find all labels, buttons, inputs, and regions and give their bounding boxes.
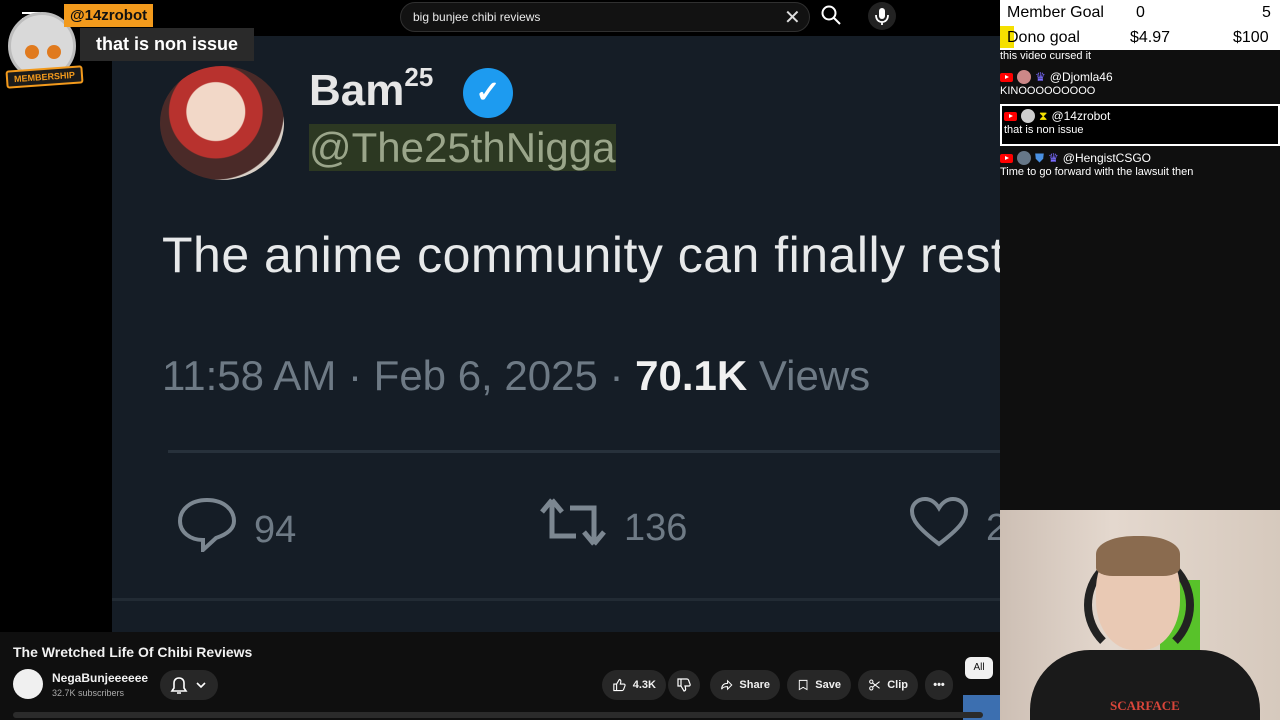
chat-message-text: Time to go forward with the lawsuit then — [1000, 166, 1194, 178]
chat-message: ⛊ ♛ @HengistCSGO Time to go forward with t… — [1000, 150, 1280, 178]
tweet-author-name: Bam25 — [309, 62, 434, 115]
goal-tracker: Member Goal 0 5 Dono goal $4.97 $100 — [1000, 0, 1280, 50]
search-box[interactable]: big bunjee chibi reviews ✕ — [400, 2, 810, 32]
chat-alert-popup: @14zrobot that is non issue MEMBERSHIP — [5, 4, 268, 89]
crown-icon: ♛ — [1048, 151, 1059, 165]
heart-icon — [908, 496, 970, 561]
member-goal-label: Member Goal — [1007, 4, 1104, 21]
member-goal-row: Member Goal 0 5 — [1000, 1, 1280, 25]
tweet-divider — [168, 450, 1000, 453]
member-badge-icon: ⧗ — [1039, 108, 1048, 123]
save-label: Save — [815, 679, 841, 691]
youtube-icon — [1000, 72, 1013, 82]
thumbs-up-icon — [613, 678, 626, 692]
scissors-icon — [869, 679, 880, 691]
dono-goal-label: Dono goal — [1007, 29, 1080, 46]
bell-icon — [170, 677, 188, 694]
chat-message-text: that is non issue — [1004, 124, 1084, 136]
verified-badge-icon: ✓ — [463, 68, 513, 118]
popup-username: @14zrobot — [64, 4, 154, 27]
share-label: Share — [739, 679, 770, 691]
thumbs-down-icon — [677, 678, 691, 692]
share-icon — [721, 679, 733, 691]
popup-message: that is non issue — [80, 28, 255, 61]
chat-avatar — [1017, 151, 1031, 165]
robot-eye — [25, 45, 39, 59]
clip-button[interactable]: Clip — [858, 670, 918, 700]
youtube-icon — [1000, 153, 1013, 163]
search-icon[interactable] — [820, 4, 842, 26]
tweet-bottom-divider — [112, 598, 1000, 601]
chat-overlay: this video cursed it ♛ @Djomla46 KINOOOOO… — [1000, 50, 1280, 190]
chat-username: @14zrobot — [1051, 109, 1111, 123]
clear-search-icon[interactable]: ✕ — [784, 5, 801, 30]
dono-goal-row: Dono goal $4.97 $100 — [1000, 26, 1280, 50]
dislike-button[interactable] — [668, 670, 700, 700]
member-goal-target: 5 — [1262, 4, 1271, 21]
clip-label: Clip — [887, 679, 908, 691]
notification-bell-button[interactable] — [160, 670, 218, 700]
webcam-feed: SCARFACE — [1000, 510, 1280, 720]
chevron-down-icon — [196, 682, 206, 689]
chat-message-text: KINOOOOOOOOO — [1000, 85, 1096, 97]
video-title: The Wretched Life Of Chibi Reviews — [13, 644, 253, 660]
microphone-icon[interactable] — [868, 2, 896, 30]
crown-icon: ♛ — [1035, 70, 1046, 84]
tweet-likes: 2 — [908, 496, 1000, 561]
chat-avatar — [1017, 70, 1031, 84]
chat-message: ♛ @Djomla46 KINOOOOOOOOO — [1000, 69, 1280, 97]
stream-layout: Bam25 ✓ @The25thNigga The anime communit… — [0, 0, 1280, 720]
dono-goal-target: $100 — [1233, 29, 1269, 46]
search-input[interactable]: big bunjee chibi reviews — [413, 10, 540, 24]
tweet-meta: 11:58 AM · Feb 6, 2025 · 70.1K Views — [162, 352, 871, 399]
retweet-icon — [538, 496, 608, 561]
like-button[interactable]: 4.3K — [602, 670, 666, 700]
highlighted-chat-message: ⧗ @14zrobot that is non issue — [1000, 104, 1280, 146]
member-goal-current: 0 — [1136, 4, 1145, 21]
chat-username: @HengistCSGO — [1062, 151, 1151, 165]
more-icon: ••• — [933, 679, 945, 691]
tweet-retweets: 136 — [538, 496, 687, 561]
chat-message: this video cursed it — [1000, 50, 1280, 62]
youtube-icon — [1004, 111, 1017, 121]
chat-username: @Djomla46 — [1049, 70, 1113, 84]
tweet-card: Bam25 ✓ @The25thNigga The anime communit… — [112, 36, 1000, 632]
progress-bar[interactable] — [13, 712, 983, 718]
dono-goal-current: $4.97 — [1130, 29, 1171, 46]
channel-name[interactable]: NegaBunjeeeeee — [52, 671, 148, 685]
chat-message-text: this video cursed it — [1000, 50, 1092, 62]
video-player[interactable]: Bam25 ✓ @The25thNigga The anime communit… — [0, 0, 1000, 632]
tweet-replies: 94 — [176, 496, 296, 565]
share-button[interactable]: Share — [710, 670, 780, 700]
like-count: 4.3K — [632, 679, 656, 691]
bookmark-icon — [798, 679, 808, 691]
tweet-text: The anime community can finally rest — [162, 227, 1000, 283]
reply-icon — [176, 496, 238, 565]
chat-avatar — [1021, 109, 1035, 123]
robot-eye — [47, 45, 61, 59]
shield-icon: ⛊ — [1035, 150, 1045, 165]
tweet-handle: @The25thNigga — [309, 124, 616, 171]
shirt-print: SCARFACE — [1110, 698, 1180, 713]
chip-all[interactable]: All — [965, 657, 993, 679]
more-actions-button[interactable]: ••• — [925, 670, 953, 700]
subscriber-count: 32.7K subscribers — [52, 688, 125, 698]
save-button[interactable]: Save — [787, 670, 851, 700]
channel-avatar[interactable] — [13, 669, 43, 699]
webcam-hair — [1096, 536, 1180, 576]
